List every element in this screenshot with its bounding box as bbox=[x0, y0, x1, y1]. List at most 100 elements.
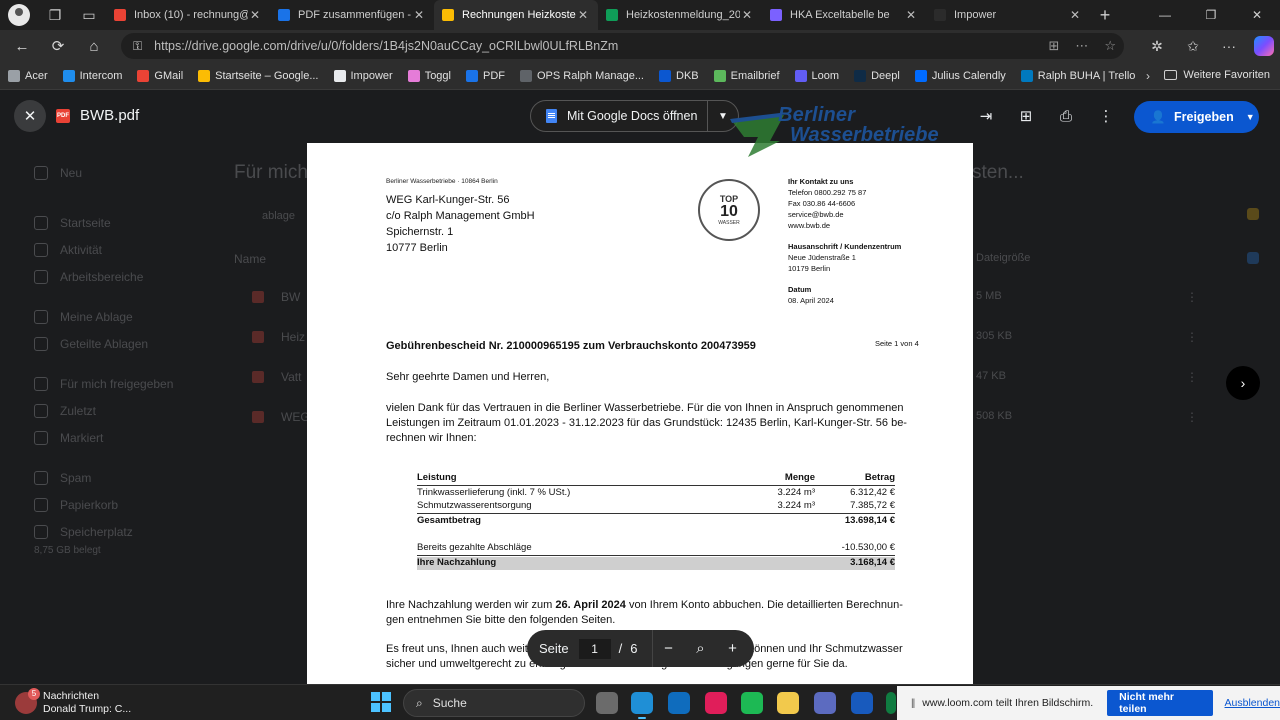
drag-handle-icon[interactable]: || bbox=[911, 698, 915, 709]
address-heading: Hausanschrift / Kundenzentrum bbox=[788, 242, 902, 251]
home-button[interactable]: ⌂ bbox=[76, 30, 112, 62]
add-comment-icon[interactable]: ⊞ bbox=[1010, 100, 1042, 132]
settings-more-icon[interactable]: ··· bbox=[1218, 38, 1240, 54]
share-button[interactable]: 👤 Freigeben ▼ bbox=[1134, 101, 1259, 133]
close-tab-icon[interactable]: ✕ bbox=[1068, 8, 1082, 22]
workspaces-icon[interactable]: ❐ bbox=[44, 4, 66, 26]
spotify-icon[interactable] bbox=[741, 692, 763, 714]
file-explorer-icon[interactable] bbox=[777, 692, 799, 714]
more-actions-icon[interactable]: ⋮ bbox=[1090, 100, 1122, 132]
other-favorites[interactable]: Weitere Favoriten bbox=[1164, 69, 1270, 81]
bookmark-label: Loom bbox=[811, 69, 840, 82]
close-tab-icon[interactable]: ✕ bbox=[904, 8, 918, 22]
close-tab-icon[interactable]: ✕ bbox=[412, 8, 426, 22]
bookmark-item[interactable]: GMail bbox=[137, 69, 183, 82]
drive-sidebar-item: Papierkorb bbox=[34, 498, 118, 512]
bookmark-item[interactable]: Toggl bbox=[407, 69, 451, 82]
browser-tab[interactable]: Rechnungen Heizkostena ✕ bbox=[434, 0, 598, 30]
share-dropdown-chevron-icon[interactable]: ▼ bbox=[1246, 112, 1255, 122]
row-amount: 6.312,42 € bbox=[850, 487, 895, 498]
excel-icon[interactable] bbox=[886, 692, 896, 714]
bookmark-item[interactable]: Startseite – Google... bbox=[198, 69, 319, 82]
browser-tab[interactable]: Inbox (10) - rechnung@ra ✕ bbox=[106, 0, 270, 30]
close-tab-icon[interactable]: ✕ bbox=[248, 8, 262, 22]
bookmark-favicon-icon bbox=[62, 69, 75, 82]
hide-button[interactable]: Ausblenden bbox=[1225, 697, 1280, 709]
seal-number: 10 bbox=[720, 203, 738, 220]
total-row: Gesamtbetrag 13.698,14 € bbox=[417, 515, 895, 528]
news-notification[interactable]: 5 Nachrichten Donald Trump: C... bbox=[15, 688, 131, 716]
bookmark-label: Toggl bbox=[424, 69, 451, 82]
bookmark-item[interactable]: DKB bbox=[659, 69, 699, 82]
snipping-tool-icon[interactable] bbox=[814, 692, 836, 714]
edge-icon[interactable] bbox=[631, 692, 653, 719]
move-to-folder-icon[interactable]: ⇥ bbox=[970, 100, 1002, 132]
bookmark-label: Emailbrief bbox=[730, 69, 780, 82]
stop-sharing-button[interactable]: Nicht mehr teilen bbox=[1107, 690, 1213, 716]
windows-start-icon[interactable] bbox=[371, 692, 391, 712]
drive-sidebar-item: Spam bbox=[34, 471, 91, 485]
word-icon[interactable] bbox=[851, 692, 873, 714]
copilot-icon[interactable] bbox=[1254, 36, 1274, 56]
debit-paragraph: Ihre Nachzahlung werden wir zum 26. Apri… bbox=[386, 598, 926, 628]
drive-file-size: 5 MB bbox=[976, 290, 1002, 302]
bookmark-item[interactable]: Acer bbox=[8, 69, 48, 82]
profile-avatar[interactable] bbox=[8, 4, 30, 26]
reader-icon[interactable]: ⋯ bbox=[1075, 38, 1088, 54]
outlook-icon[interactable] bbox=[668, 692, 690, 714]
bookmark-favicon-icon bbox=[1020, 69, 1033, 82]
address-bar-row: ← ⟳ ⌂ ⚿ https://drive.google.com/drive/u… bbox=[0, 30, 1280, 62]
tab-favicon-icon bbox=[606, 9, 618, 21]
browser-tab[interactable]: HKA Exceltabelle be ✕ bbox=[762, 0, 926, 30]
bookmark-item[interactable]: Loom bbox=[794, 69, 840, 82]
bookmark-item[interactable]: Intercom bbox=[62, 69, 122, 82]
browser-tab[interactable]: Impower ✕ bbox=[926, 0, 1090, 30]
tab-actions-icon[interactable]: ▭ bbox=[78, 4, 100, 26]
drive-column-size: Dateigröße bbox=[976, 252, 1031, 264]
site-info-icon[interactable]: ⚿ bbox=[133, 39, 142, 54]
reload-button[interactable]: ⟳ bbox=[40, 30, 76, 62]
app-available-icon[interactable]: ⊞ bbox=[1048, 38, 1059, 54]
restore-icon[interactable]: ❐ bbox=[1188, 0, 1234, 30]
taskbar-search[interactable]: ⌕ Suche bbox=[403, 689, 585, 717]
close-window-icon[interactable]: ✕ bbox=[1234, 0, 1280, 30]
tab-label: Inbox (10) - rechnung@ra bbox=[134, 9, 248, 21]
current-page-input[interactable]: 1 bbox=[578, 638, 611, 659]
intro-line: vielen Dank für das Vertrauen in die Ber… bbox=[386, 402, 904, 414]
zoom-out-icon[interactable]: − bbox=[653, 640, 685, 657]
pdf-file-icon bbox=[252, 331, 264, 343]
browser-tab[interactable]: PDF zusammenfügen - sc✕ bbox=[270, 0, 434, 30]
bookmarks-overflow-chevron-icon[interactable]: › bbox=[1146, 69, 1150, 83]
back-button[interactable]: ← bbox=[4, 30, 40, 62]
bookmark-item[interactable]: OPS Ralph Manage... bbox=[519, 69, 644, 82]
slack-icon[interactable] bbox=[705, 692, 727, 714]
next-file-button[interactable]: › bbox=[1226, 366, 1260, 400]
bookmark-item[interactable]: Impower bbox=[333, 69, 393, 82]
news-avatar: 5 bbox=[15, 688, 40, 714]
zoom-icon[interactable]: ⌕ bbox=[685, 640, 717, 657]
open-with-docs-button[interactable]: Mit Google Docs öffnen ▼ bbox=[530, 100, 739, 132]
bookmark-item[interactable]: PDF bbox=[465, 69, 505, 82]
bookmark-item[interactable]: Emailbrief bbox=[713, 69, 780, 82]
sidebar-item-icon bbox=[34, 310, 48, 324]
bookmark-item[interactable]: Julius Calendly bbox=[914, 69, 1006, 82]
browser-tab[interactable]: Heizkostenmeldung_2023✕ bbox=[598, 0, 762, 30]
favorite-star-icon[interactable]: ☆ bbox=[1104, 38, 1116, 54]
zoom-in-icon[interactable]: + bbox=[717, 640, 749, 657]
tab-favicon-icon bbox=[442, 9, 454, 21]
print-icon[interactable]: ⎙ bbox=[1050, 100, 1082, 132]
bookmark-item[interactable]: Ralph BUHA | Trello bbox=[1020, 69, 1135, 82]
contact-phone: Telefon 0800.292 75 87 bbox=[788, 188, 867, 197]
url-field[interactable]: ⚿ https://drive.google.com/drive/u/0/fol… bbox=[121, 33, 1124, 59]
close-tab-icon[interactable]: ✕ bbox=[576, 8, 590, 22]
minimize-icon[interactable]: — bbox=[1142, 0, 1188, 30]
close-tab-icon[interactable]: ✕ bbox=[740, 8, 754, 22]
close-viewer-button[interactable]: ✕ bbox=[14, 100, 46, 132]
google-docs-icon bbox=[546, 109, 557, 123]
new-tab-button[interactable]: + bbox=[1090, 5, 1120, 26]
contact-block: Ihr Kontakt zu uns Telefon 0800.292 75 8… bbox=[788, 176, 901, 306]
bookmark-item[interactable]: Deepl bbox=[854, 69, 900, 82]
extensions-icon[interactable]: ✲ bbox=[1146, 38, 1168, 55]
task-view-icon[interactable] bbox=[596, 692, 618, 714]
favorites-icon[interactable]: ✩ bbox=[1182, 38, 1204, 55]
